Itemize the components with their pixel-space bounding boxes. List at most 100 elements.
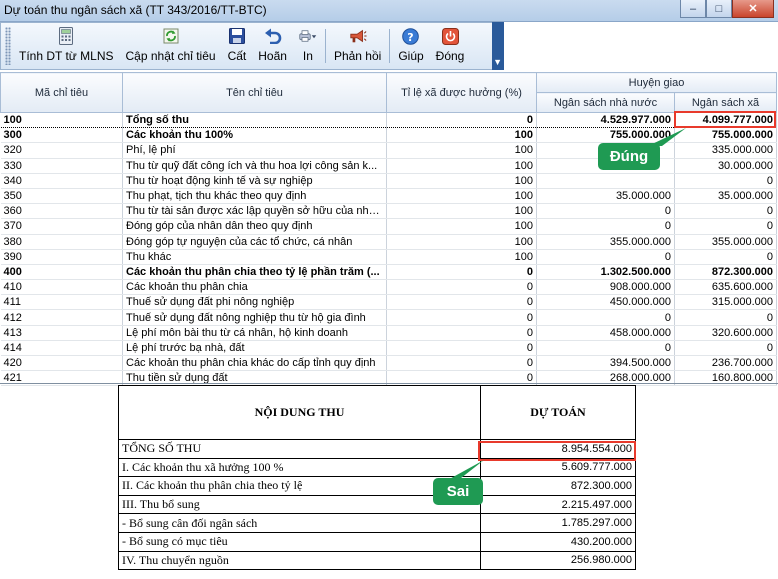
cell-state-budget[interactable]: 450.000.000 <box>536 294 675 311</box>
toolbar-grip[interactable] <box>5 27 11 65</box>
cell-code[interactable]: 400 <box>0 264 123 281</box>
cell-commune-budget[interactable]: 0 <box>674 309 777 326</box>
table-row[interactable]: 414 Lệ phí trước bạ nhà, đất 0 0 0 <box>0 340 777 357</box>
cell-code[interactable]: 300 <box>0 127 123 144</box>
col-header-commune-budget[interactable]: Ngân sách xã <box>674 92 777 113</box>
feedback-button[interactable]: Phản hồi <box>328 23 387 69</box>
toolbar-overflow[interactable]: ▼ <box>492 22 504 70</box>
table-row[interactable]: 370 Đóng góp của nhân dân theo quy định 10… <box>0 218 777 235</box>
cell-state-budget[interactable] <box>536 173 675 189</box>
table-row[interactable]: 340 Thu từ hoạt động kinh tế và sự nghiệp… <box>0 173 777 189</box>
undo-button[interactable]: Hoãn <box>252 23 293 69</box>
save-button[interactable]: Cất <box>222 23 253 69</box>
update-indicators-button[interactable]: Cập nhật chỉ tiêu <box>120 23 222 69</box>
cell-rate[interactable]: 0 <box>386 264 537 281</box>
table-row[interactable]: 380 Đóng góp tự nguyện của các tổ chức, c… <box>0 234 777 250</box>
cell-name[interactable]: Các khoản thu 100% <box>122 127 387 144</box>
close-button[interactable]: Đóng <box>430 23 471 69</box>
print-button[interactable]: In <box>293 23 323 69</box>
cell-rate[interactable]: 0 <box>386 325 537 341</box>
table-row[interactable]: 412 Thuế sử dụng đất nông nghiệp thu từ h… <box>0 309 777 326</box>
cell-code[interactable]: 411 <box>0 294 123 311</box>
cell-state-budget[interactable]: 394.500.000 <box>536 355 675 372</box>
cell-rate[interactable]: 100 <box>386 158 537 174</box>
cell-code[interactable]: 380 <box>0 234 123 250</box>
cell-name[interactable]: Thu từ tài sản được xác lập quyền sở hữu… <box>122 203 387 220</box>
cell-code[interactable]: 370 <box>0 218 123 235</box>
cell-rate[interactable]: 0 <box>386 340 537 357</box>
cell-commune-budget[interactable]: 315.000.000 <box>674 294 777 311</box>
cell-commune-budget[interactable]: 35.000.000 <box>674 188 777 205</box>
cell-state-budget[interactable]: 35.000.000 <box>536 188 675 205</box>
cell-code[interactable]: 414 <box>0 340 123 357</box>
table-row[interactable]: 390 Thu khác 100 0 0 <box>0 249 777 265</box>
cell-code[interactable]: 412 <box>0 309 123 326</box>
cell-commune-budget[interactable]: 30.000.000 <box>674 158 777 174</box>
table-row[interactable]: 413 Lệ phí môn bài thu từ cá nhân, hộ kin… <box>0 325 777 341</box>
cell-name[interactable]: Các khoản thu phân chia <box>122 279 387 296</box>
cell-commune-budget[interactable]: 635.600.000 <box>674 279 777 296</box>
cell-rate[interactable]: 0 <box>386 111 537 129</box>
cell-name[interactable]: Thuế sử dụng đất nông nghiệp thu từ hộ g… <box>122 309 387 326</box>
cell-commune-budget[interactable]: 0 <box>674 249 777 265</box>
cell-state-budget[interactable]: 0 <box>536 309 675 326</box>
cell-code[interactable]: 410 <box>0 279 123 296</box>
cell-state-budget[interactable]: 0 <box>536 249 675 265</box>
cell-code[interactable]: 100 <box>0 111 123 129</box>
col-header-name[interactable]: Tên chỉ tiêu <box>122 72 387 113</box>
cell-rate[interactable]: 100 <box>386 234 537 250</box>
cell-code[interactable]: 340 <box>0 173 123 189</box>
cell-name[interactable]: Thu khác <box>122 249 387 265</box>
col-header-rate[interactable]: Tỉ lệ xã được hưởng (%) <box>386 72 537 113</box>
cell-name[interactable]: Thuế sử dụng đất phi nông nghiệp <box>122 294 387 311</box>
cell-rate[interactable]: 100 <box>386 203 537 220</box>
cell-rate[interactable]: 0 <box>386 279 537 296</box>
cell-name[interactable]: Phí, lệ phí <box>122 142 387 159</box>
cell-rate[interactable]: 0 <box>386 309 537 326</box>
cell-code[interactable]: 390 <box>0 249 123 265</box>
cell-rate[interactable]: 100 <box>386 173 537 189</box>
cell-state-budget[interactable]: 0 <box>536 218 675 235</box>
cell-state-budget[interactable]: 355.000.000 <box>536 234 675 250</box>
maximize-button[interactable]: □ <box>706 0 732 18</box>
cell-state-budget[interactable]: 458.000.000 <box>536 325 675 341</box>
cell-commune-budget[interactable]: 0 <box>674 203 777 220</box>
cell-rate[interactable]: 0 <box>386 355 537 372</box>
col-header-state-budget[interactable]: Ngân sách nhà nước <box>536 92 675 113</box>
cell-commune-budget[interactable]: 0 <box>674 340 777 357</box>
table-row[interactable]: 420 Các khoản thu phân chia khác do cấp t… <box>0 355 777 372</box>
cell-commune-budget[interactable]: 355.000.000 <box>674 234 777 250</box>
cell-name[interactable]: Đóng góp của nhân dân theo quy định <box>122 218 387 235</box>
help-button[interactable]: ? Giúp <box>392 23 429 69</box>
cell-code[interactable]: 420 <box>0 355 123 372</box>
cell-state-budget[interactable]: 908.000.000 <box>536 279 675 296</box>
cell-state-budget[interactable]: 0 <box>536 340 675 357</box>
cell-name[interactable]: Các khoản thu phân chia theo tỷ lệ phần … <box>122 264 387 281</box>
cell-state-budget[interactable]: 1.302.500.000 <box>536 264 675 281</box>
minimize-button[interactable]: – <box>680 0 706 18</box>
calculate-from-mlns-button[interactable]: Tính DT từ MLNS <box>13 23 120 69</box>
cell-rate[interactable]: 100 <box>386 218 537 235</box>
cell-name[interactable]: Thu từ hoạt động kinh tế và sự nghiệp <box>122 173 387 189</box>
cell-rate[interactable]: 0 <box>386 294 537 311</box>
cell-code[interactable]: 320 <box>0 142 123 159</box>
cell-name[interactable]: Thu phạt, tịch thu khác theo quy định <box>122 188 387 205</box>
cell-code[interactable]: 360 <box>0 203 123 220</box>
cell-commune-budget[interactable]: 236.700.000 <box>674 355 777 372</box>
table-row[interactable]: 350 Thu phạt, tịch thu khác theo quy định… <box>0 188 777 205</box>
table-row[interactable]: 400 Các khoản thu phân chia theo tỷ lệ ph… <box>0 264 777 281</box>
cell-rate[interactable]: 100 <box>386 249 537 265</box>
cell-name[interactable]: Lệ phí môn bài thu từ cá nhân, hộ kinh d… <box>122 325 387 341</box>
cell-state-budget[interactable]: 0 <box>536 203 675 220</box>
table-row[interactable]: 360 Thu từ tài sản được xác lập quyền sở … <box>0 203 777 220</box>
cell-commune-budget[interactable]: 872.300.000 <box>674 264 777 281</box>
cell-commune-budget[interactable]: 0 <box>674 173 777 189</box>
cell-commune-budget[interactable]: 0 <box>674 218 777 235</box>
cell-code[interactable]: 413 <box>0 325 123 341</box>
cell-code[interactable]: 350 <box>0 188 123 205</box>
cell-rate[interactable]: 100 <box>386 142 537 159</box>
cell-name[interactable]: Tổng số thu <box>122 111 387 129</box>
cell-commune-budget[interactable]: 320.600.000 <box>674 325 777 341</box>
table-row[interactable]: 410 Các khoản thu phân chia 0 908.000.000 63… <box>0 279 777 296</box>
cell-name[interactable]: Lệ phí trước bạ nhà, đất <box>122 340 387 357</box>
